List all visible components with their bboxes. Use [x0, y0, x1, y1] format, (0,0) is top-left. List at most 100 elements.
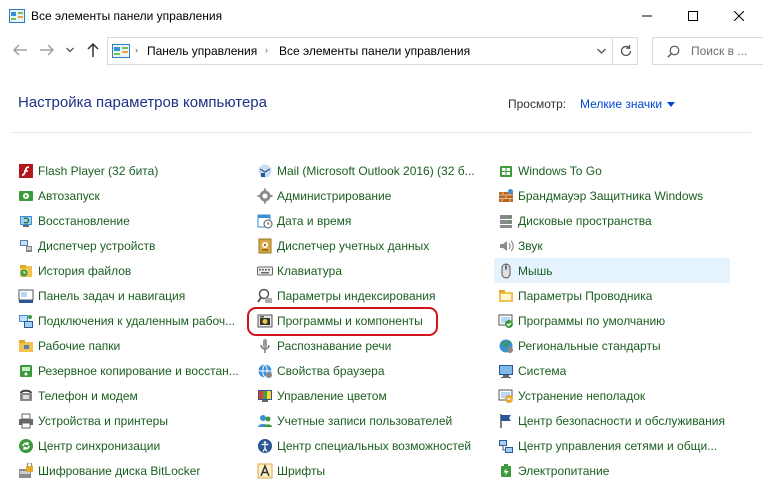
item-speech[interactable]: Распознавание речи: [253, 333, 485, 358]
breadcrumb-separator[interactable]: ›: [265, 45, 268, 55]
mail-icon: [258, 164, 272, 177]
up-button[interactable]: [84, 41, 102, 59]
item-admin-tools[interactable]: Администрирование: [253, 183, 485, 208]
header-divider: [12, 132, 751, 133]
item-taskbar[interactable]: Панель задач и навигация: [14, 283, 246, 308]
item-network-sharing[interactable]: Центр управления сетями и общи...: [494, 433, 730, 458]
item-label: Дата и время: [277, 213, 352, 228]
item-color-management[interactable]: Управление цветом: [253, 383, 485, 408]
item-sound[interactable]: Звук: [494, 233, 730, 258]
system-icon: [499, 364, 513, 378]
item-fonts[interactable]: Шрифты: [253, 458, 485, 483]
item-label: Рабочие папки: [38, 338, 121, 353]
minimize-button[interactable]: [624, 0, 670, 32]
item-explorer-options[interactable]: Параметры Проводника: [494, 283, 730, 308]
taskbar-icon: [18, 289, 34, 303]
item-firewall[interactable]: Брандмауэр Защитника Windows: [494, 183, 730, 208]
item-label: Программы и компоненты: [277, 313, 423, 328]
search-input[interactable]: [691, 43, 763, 59]
internet-options-icon: [258, 363, 272, 378]
item-windows-to-go[interactable]: Windows To Go: [494, 158, 730, 183]
item-mail[interactable]: Mail (Microsoft Outlook 2016) (32 б...: [253, 158, 485, 183]
item-recovery[interactable]: Восстановление: [14, 208, 246, 233]
refresh-icon: [620, 45, 631, 57]
view-mode-value: Мелкие значки: [580, 97, 663, 111]
item-user-accounts[interactable]: Учетные записи пользователей: [253, 408, 485, 433]
item-troubleshooting[interactable]: Устранение неполадок: [494, 383, 730, 408]
item-bitlocker[interactable]: Шифрование диска BitLocker: [14, 458, 246, 483]
forward-button[interactable]: [38, 41, 56, 59]
item-remote-connections[interactable]: Подключения к удаленным рабоч...: [14, 308, 246, 333]
item-keyboard[interactable]: Клавиатура: [253, 258, 485, 283]
recent-locations-button[interactable]: [64, 41, 76, 59]
item-date-time[interactable]: Дата и время: [253, 208, 485, 233]
items-column-3: Windows To Go Брандмауэр Защитника Window…: [494, 158, 730, 483]
windows-to-go-icon: [500, 165, 512, 177]
item-backup[interactable]: Резервное копирование и восстан...: [14, 358, 246, 383]
security-maintenance-icon: [500, 413, 511, 428]
caret-down-icon: [667, 101, 676, 107]
close-button[interactable]: [716, 0, 762, 32]
item-label: Центр специальных возможностей: [277, 438, 472, 453]
region-icon: [499, 339, 513, 353]
user-accounts-icon: [258, 414, 272, 427]
item-programs-features[interactable]: Программы и компоненты: [253, 308, 485, 333]
page-title: Настройка параметров компьютера: [18, 94, 267, 111]
storage-spaces-icon: [500, 214, 512, 228]
maximize-button[interactable]: [670, 0, 716, 32]
speech-icon: [260, 338, 270, 353]
item-label: Устранение неполадок: [518, 388, 646, 403]
breadcrumb-separator[interactable]: ›: [135, 45, 138, 55]
item-label: Восстановление: [38, 213, 130, 228]
item-phone-modem[interactable]: Телефон и модем: [14, 383, 246, 408]
bitlocker-icon: [19, 462, 33, 478]
programs-features-icon: [257, 314, 273, 327]
item-work-folders[interactable]: Рабочие папки: [14, 333, 246, 358]
mouse-icon: [501, 263, 511, 278]
view-mode-dropdown[interactable]: Мелкие значки: [580, 97, 676, 111]
item-label: Flash Player (32 бита): [38, 163, 159, 178]
item-default-programs[interactable]: Программы по умолчанию: [494, 308, 730, 333]
address-history-button[interactable]: [590, 38, 612, 64]
item-region[interactable]: Региональные стандарты: [494, 333, 730, 358]
item-storage-spaces[interactable]: Дисковые пространства: [494, 208, 730, 233]
arrow-left-icon: [12, 44, 27, 56]
breadcrumb-all-items[interactable]: Все элементы панели управления: [279, 44, 470, 58]
chevron-down-icon: [596, 48, 606, 54]
work-folders-icon: [19, 339, 33, 352]
navigation-bar: › Панель управления › Все элементы панел…: [0, 32, 763, 70]
credential-manager-icon: [258, 238, 272, 253]
address-bar[interactable]: › Панель управления › Все элементы панел…: [107, 37, 638, 65]
autoplay-icon: [19, 190, 33, 201]
item-sync-center[interactable]: Центр синхронизации: [14, 433, 246, 458]
printer-icon: [19, 413, 33, 428]
item-label: Устройства и принтеры: [38, 413, 168, 428]
item-label: История файлов: [38, 263, 132, 278]
search-box[interactable]: [652, 37, 763, 65]
item-flash[interactable]: Flash Player (32 бита): [14, 158, 246, 183]
item-label: Клавиатура: [277, 263, 342, 278]
breadcrumb-control-panel[interactable]: Панель управления: [147, 44, 257, 58]
item-credential-manager[interactable]: Диспетчер учетных данных: [253, 233, 485, 258]
item-mouse[interactable]: Мышь: [494, 258, 730, 283]
item-internet-options[interactable]: Свойства браузера: [253, 358, 485, 383]
color-management-icon: [258, 389, 272, 402]
arrow-right-icon: [40, 44, 55, 56]
item-system[interactable]: Система: [494, 358, 730, 383]
refresh-button[interactable]: [612, 38, 638, 64]
item-device-manager[interactable]: Диспетчер устройств: [14, 233, 246, 258]
item-ease-of-access[interactable]: Центр специальных возможностей: [253, 433, 485, 458]
item-label: Диспетчер устройств: [38, 238, 156, 253]
item-printer[interactable]: Устройства и принтеры: [14, 408, 246, 433]
item-label: Учетные записи пользователей: [277, 413, 453, 428]
item-indexing[interactable]: Параметры индексирования: [253, 283, 485, 308]
item-security-maintenance[interactable]: Центр безопасности и обслуживания: [494, 408, 730, 433]
back-button[interactable]: [11, 41, 29, 59]
item-label: Администрирование: [277, 188, 392, 203]
item-power-options[interactable]: Электропитание: [494, 458, 730, 483]
chevron-down-icon: [66, 47, 74, 53]
item-file-history[interactable]: История файлов: [14, 258, 246, 283]
window-title: Все элементы панели управления: [31, 9, 223, 23]
item-autoplay[interactable]: Автозапуск: [14, 183, 246, 208]
backup-icon: [20, 364, 32, 377]
